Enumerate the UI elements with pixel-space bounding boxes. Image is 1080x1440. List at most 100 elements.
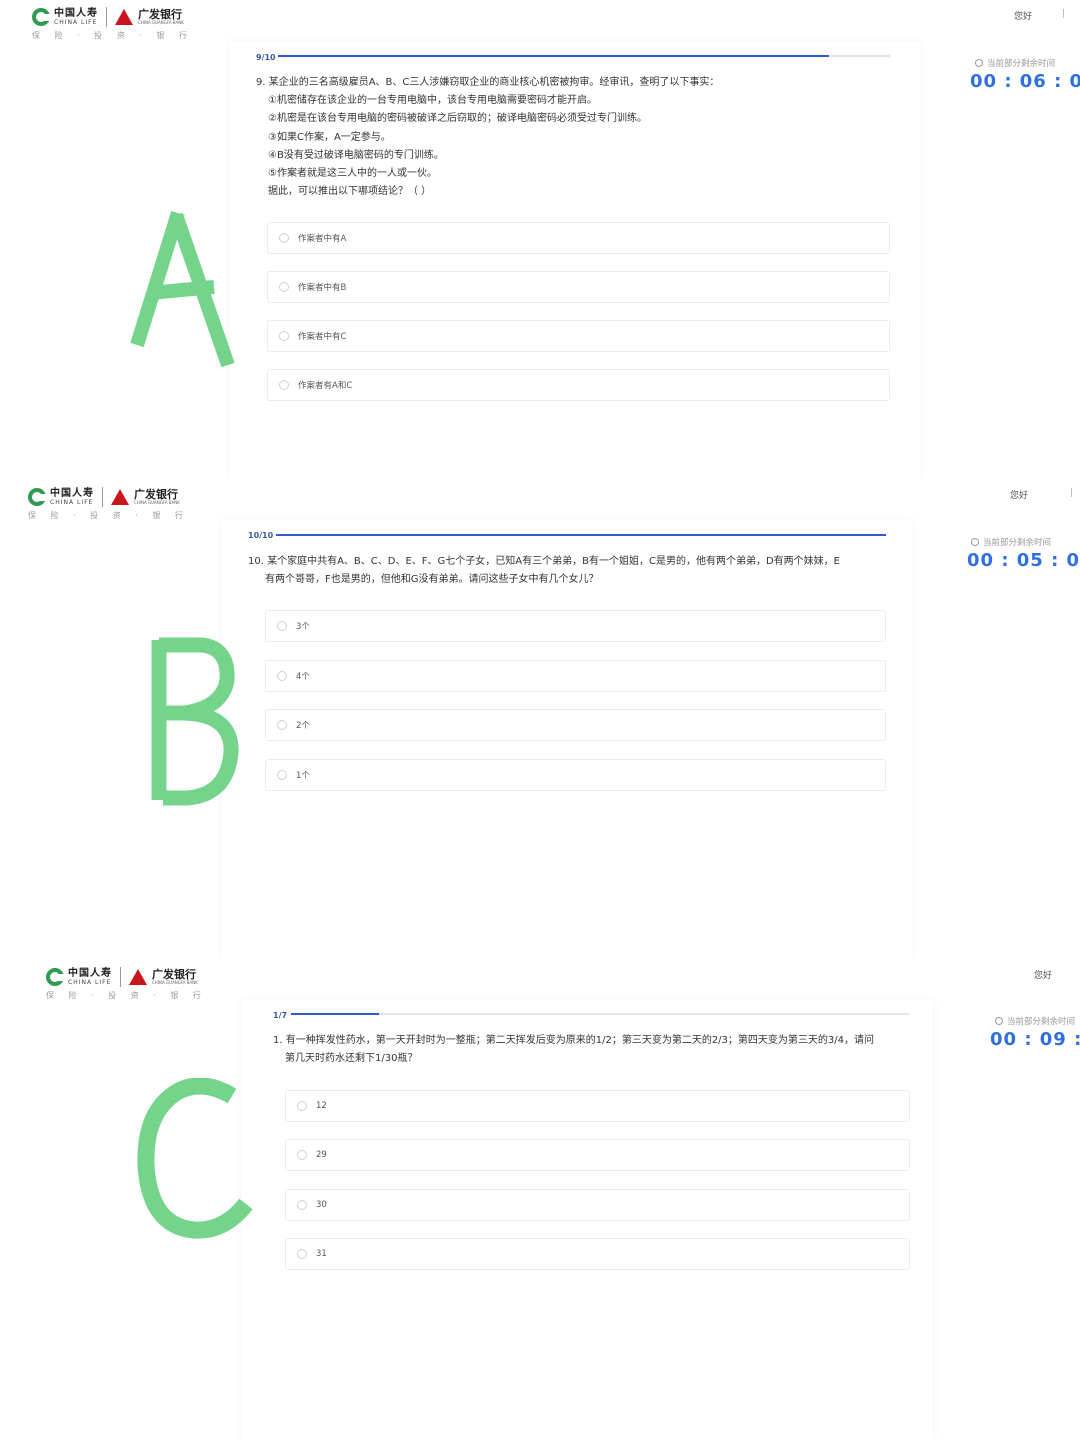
radio-button[interactable] xyxy=(297,1200,307,1210)
brand-tagline: 保 险 · 投 资 · 银 行 xyxy=(32,31,193,40)
progress-label: 10/10 xyxy=(248,531,274,540)
user-greeting[interactable]: 您好 xyxy=(1014,9,1032,22)
user-greeting[interactable]: 您好 xyxy=(1034,968,1052,981)
option-label: 12 xyxy=(316,1101,327,1111)
progress-bar xyxy=(276,534,886,536)
option-label: 作案者中有C xyxy=(298,332,347,342)
radio-button[interactable] xyxy=(277,671,287,681)
screenshot-panel-b: 中国人寿 CHINA LIFE 广发银行 CHINA GUANGFA BANK … xyxy=(0,480,1080,960)
china-life-logo-icon xyxy=(46,968,64,986)
progress-bar-fill xyxy=(276,534,886,536)
china-life-name-en: CHINA LIFE xyxy=(50,498,94,506)
answer-option[interactable]: 3个 xyxy=(265,610,886,642)
china-life-logo-icon xyxy=(28,488,46,506)
china-life-name-en: CHINA LIFE xyxy=(54,18,98,26)
option-label: 作案者有A和C xyxy=(298,381,353,391)
progress-bar xyxy=(291,1013,909,1015)
question-line: ④B没有受过破译电脑密码的专门训练。 xyxy=(268,149,444,161)
cgb-name: 广发银行 xyxy=(138,8,182,21)
cgb-logo-icon xyxy=(115,9,133,25)
handwritten-letter-c xyxy=(137,1078,253,1239)
header-separator: | xyxy=(1070,488,1074,498)
cgb-name: 广发银行 xyxy=(134,488,178,501)
question-line: 10. 某个家庭中共有A、B、C、D、E、F、G七个子女，已知A有三个弟弟，B有… xyxy=(248,556,840,567)
cgb-logo-icon xyxy=(111,489,129,505)
timer-label-text: 当前部分剩余时间 xyxy=(983,538,1052,548)
countdown-timer: 00 : 09 : 31 xyxy=(990,1029,1080,1050)
question-line: 据此，可以推出以下哪项结论？（ ） xyxy=(268,186,432,198)
answer-option[interactable]: 作案者有A和C xyxy=(267,369,890,401)
clock-icon xyxy=(995,1017,1003,1025)
answer-option[interactable]: 12 xyxy=(285,1090,910,1122)
answer-option[interactable]: 1个 xyxy=(265,759,886,791)
answer-option[interactable]: 2个 xyxy=(265,709,886,741)
radio-button[interactable] xyxy=(279,233,289,243)
letter-a-crossbar xyxy=(149,280,215,300)
radio-button[interactable] xyxy=(279,282,289,292)
question-line: ②机密是在该台专用电脑的密码被破译之后窃取的；破译电脑密码必须受过专门训练。 xyxy=(268,113,647,125)
china-life-name: 中国人寿 xyxy=(54,7,98,19)
timer-label: 当前部分剩余时间 xyxy=(995,1015,1075,1027)
radio-button[interactable] xyxy=(297,1249,307,1259)
brand-divider xyxy=(120,967,121,987)
radio-button[interactable] xyxy=(297,1101,307,1111)
progress-label: 9/10 xyxy=(256,53,276,62)
progress-bar xyxy=(278,55,890,57)
cgb-name-en: CHINA GUANGFA BANK xyxy=(134,500,180,505)
option-label: 3个 xyxy=(296,622,310,632)
cgb-name-en: CHINA GUANGFA BANK xyxy=(152,980,198,985)
header-separator: | xyxy=(1062,9,1066,19)
timer-label-text: 当前部分剩余时间 xyxy=(1007,1017,1076,1027)
option-label: 1个 xyxy=(296,771,310,781)
option-label: 4个 xyxy=(296,672,310,682)
answer-option[interactable]: 29 xyxy=(285,1139,910,1171)
answer-option[interactable]: 31 xyxy=(285,1238,910,1270)
china-life-name: 中国人寿 xyxy=(68,967,112,979)
china-life-name: 中国人寿 xyxy=(50,487,94,499)
question-line: 有两个哥哥，F也是男的，但他和G没有弟弟。请问这些子女中有几个女儿？ xyxy=(265,574,599,586)
brand-divider xyxy=(102,487,103,507)
radio-button[interactable] xyxy=(279,380,289,390)
brand-divider xyxy=(106,7,107,27)
handwritten-letter-a xyxy=(130,210,235,368)
question-line: 第几天时药水还剩下1/30瓶？ xyxy=(285,1053,418,1065)
countdown-timer: 00 : 05 : 06 xyxy=(967,550,1080,571)
brand-tagline: 保 险 · 投 资 · 银 行 xyxy=(28,511,189,520)
screenshot-panel-a: 中国人寿 CHINA LIFE 广发银行 CHINA GUANGFA BANK … xyxy=(0,0,1080,480)
option-label: 2个 xyxy=(296,721,310,731)
countdown-timer: 00 : 06 : 08 xyxy=(970,71,1080,92)
answer-option[interactable]: 作案者中有B xyxy=(267,271,890,303)
answer-option[interactable]: 作案者中有C xyxy=(267,320,890,352)
radio-button[interactable] xyxy=(277,720,287,730)
timer-label-text: 当前部分剩余时间 xyxy=(987,59,1056,69)
radio-button[interactable] xyxy=(297,1150,307,1160)
brand-tagline: 保 险 · 投 资 · 银 行 xyxy=(46,991,207,1000)
radio-button[interactable] xyxy=(277,770,287,780)
timer-label: 当前部分剩余时间 xyxy=(971,536,1051,548)
progress-bar-fill xyxy=(278,55,829,57)
cgb-logo-icon xyxy=(129,969,147,985)
answer-option[interactable]: 30 xyxy=(285,1189,910,1221)
option-label: 31 xyxy=(316,1249,327,1259)
screenshot-panel-c: 中国人寿 CHINA LIFE 广发银行 CHINA GUANGFA BANK … xyxy=(0,960,1080,1440)
answer-option[interactable]: 作案者中有A xyxy=(267,222,890,254)
user-greeting[interactable]: 您好 xyxy=(1010,488,1028,501)
radio-button[interactable] xyxy=(279,331,289,341)
question-text: 9. 某企业的三名高级雇员A、B、C三人涉嫌窃取企业的商业核心机密被拘审。经审讯… xyxy=(256,74,719,201)
question-line: ③如果C作案，A一定参与。 xyxy=(268,131,391,143)
question-text: 10. 某个家庭中共有A、B、C、D、E、F、G七个子女，已知A有三个弟弟，B有… xyxy=(248,553,840,589)
brand-logos: 中国人寿 CHINA LIFE 广发银行 CHINA GUANGFA BANK … xyxy=(32,7,193,41)
question-line: 1. 有一种挥发性药水，第一天开封时为一整瓶；第二天挥发后变为原来的1/2；第三… xyxy=(273,1035,875,1046)
handwritten-letter-b xyxy=(151,637,239,806)
letter-b-upper-bowl xyxy=(159,637,235,721)
answer-option[interactable]: 4个 xyxy=(265,660,886,692)
cgb-name-en: CHINA GUANGFA BANK xyxy=(138,20,184,25)
radio-button[interactable] xyxy=(277,621,287,631)
clock-icon xyxy=(971,538,979,546)
china-life-name-en: CHINA LIFE xyxy=(68,978,112,986)
brand-logos: 中国人寿 CHINA LIFE 广发银行 CHINA GUANGFA BANK … xyxy=(28,487,189,521)
option-label: 作案者中有B xyxy=(298,283,347,293)
question-text: 1. 有一种挥发性药水，第一天开封时为一整瓶；第二天挥发后变为原来的1/2；第三… xyxy=(273,1032,874,1068)
question-line: 9. 某企业的三名高级雇员A、B、C三人涉嫌窃取企业的商业核心机密被拘审。经审讯… xyxy=(256,77,720,88)
option-label: 作案者中有A xyxy=(298,234,347,244)
